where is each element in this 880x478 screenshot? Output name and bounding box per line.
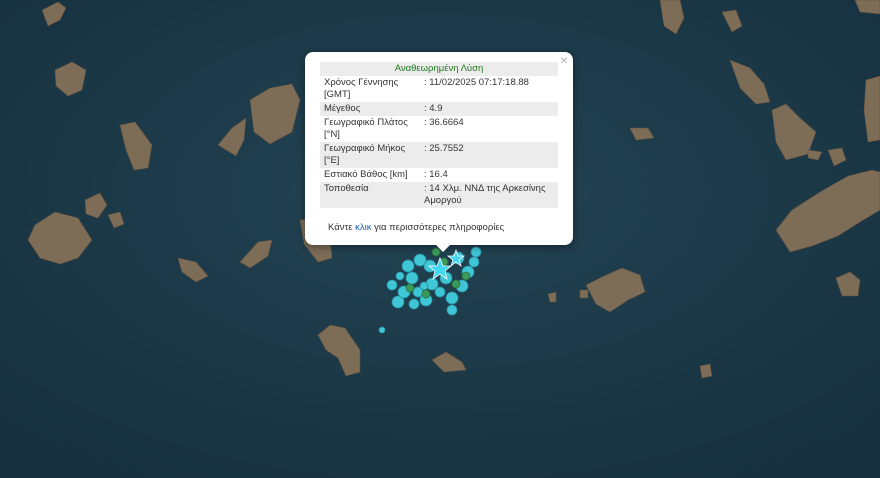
popup-tip — [433, 242, 453, 252]
more-prefix: Κάντε — [328, 222, 356, 233]
info-row-magnitude: Μέγεθος : 4.9 — [320, 102, 558, 116]
info-key: Μέγεθος — [320, 102, 420, 116]
earthquake-marker — [378, 326, 386, 334]
popup-title: Αναθεωρημένη Λύση — [320, 62, 558, 76]
more-info-text: Κάντε κλικ για περισσότερες πληροφορίες — [328, 222, 504, 233]
info-row-location: Τοποθεσία : 14 Χλμ. ΝΝΔ της Αρκεσίνης Αμ… — [320, 182, 558, 208]
close-icon[interactable]: × — [560, 53, 568, 67]
info-value: : 36.6664 — [424, 117, 464, 128]
earthquake-marker — [408, 298, 420, 310]
info-row-latitude: Γεωγραφικό Πλάτος [°N] : 36.6664 — [320, 116, 558, 142]
earthquake-marker — [386, 279, 398, 291]
earthquake-marker — [401, 259, 415, 273]
earthquake-marker — [395, 271, 405, 281]
info-row-depth: Εστιακό Βάθος [km] : 16.4 — [320, 168, 558, 182]
earthquake-marker — [405, 271, 419, 285]
quake-info-popup: × Αναθεωρημένη Λύση Χρόνος Γέννησης [GMT… — [305, 52, 573, 252]
more-suffix: για περισσότερες πληροφορίες — [371, 222, 505, 233]
earthquake-marker-green — [461, 271, 471, 281]
info-key: Χρόνος Γέννησης [GMT] — [324, 77, 399, 100]
earthquake-marker-green — [421, 289, 431, 299]
earthquake-marker — [434, 286, 446, 298]
earthquake-marker — [470, 246, 482, 258]
island — [699, 363, 713, 379]
info-value: : 4.9 — [420, 102, 558, 116]
info-value: : 11/02/2025 07:17:18.88 — [424, 77, 529, 88]
earthquake-marker-green — [405, 283, 415, 293]
info-key: Γεωγραφικό Πλάτος [°N] — [324, 117, 408, 140]
earthquake-marker — [446, 304, 458, 316]
info-row-origin-time: Χρόνος Γέννησης [GMT] : 11/02/2025 07:17… — [320, 76, 558, 102]
earthquake-marker — [419, 281, 429, 291]
earthquake-marker — [445, 291, 459, 305]
info-key: Εστιακό Βάθος [km] — [324, 169, 408, 180]
info-value: : 16.4 — [424, 169, 448, 180]
quake-info-table: Αναθεωρημένη Λύση Χρόνος Γέννησης [GMT] … — [320, 62, 558, 208]
info-value: : 14 Χλμ. ΝΝΔ της Αρκεσίνης Αμοργού — [420, 182, 558, 208]
popup-title-row: Αναθεωρημένη Λύση — [320, 62, 558, 76]
earthquake-marker — [468, 256, 480, 268]
info-value: : 25.7552 — [420, 142, 558, 168]
info-key: Γεωγραφικό Μήκος [°E] — [320, 142, 420, 168]
earthquake-marker-green — [451, 279, 461, 289]
more-info-link[interactable]: κλικ — [355, 222, 371, 233]
island — [579, 289, 589, 299]
info-row-longitude: Γεωγραφικό Μήκος [°E] : 25.7552 — [320, 142, 558, 168]
info-key: Τοποθεσία — [320, 182, 420, 208]
